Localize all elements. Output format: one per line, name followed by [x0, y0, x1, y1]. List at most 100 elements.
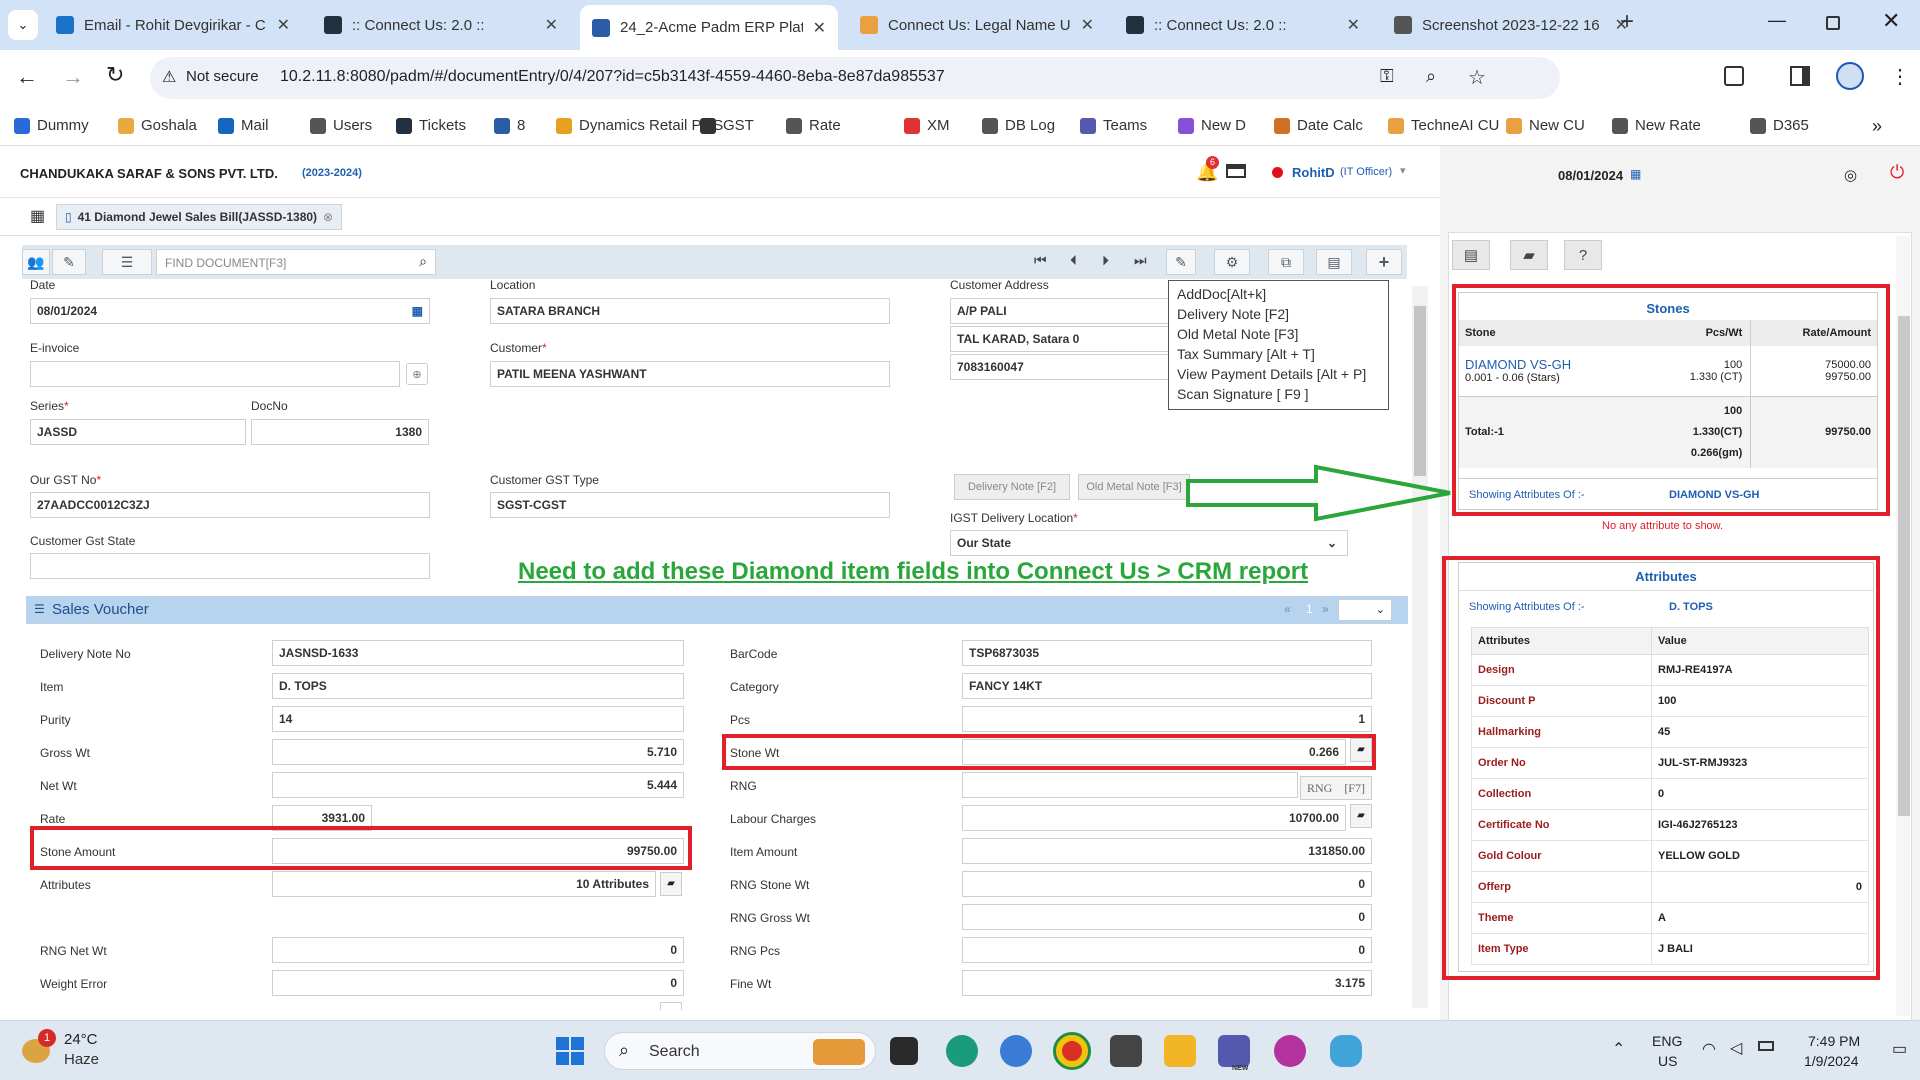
- customer-gst-type-field[interactable]: SGST-CGST: [490, 492, 890, 518]
- bookmark-item[interactable]: DB Log: [982, 117, 1055, 134]
- app-icon[interactable]: [1330, 1035, 1362, 1067]
- close-tab-icon[interactable]: ✕: [813, 18, 826, 38]
- taskbar-search[interactable]: ⌕ Search: [604, 1032, 876, 1070]
- next-page-icon[interactable]: »: [1322, 602, 1329, 616]
- voucher-field-input[interactable]: 10 Attributes: [272, 871, 656, 897]
- voucher-field-input[interactable]: D. TOPS: [272, 673, 684, 699]
- find-document-input[interactable]: FIND DOCUMENT[F3] ⌕: [156, 249, 436, 275]
- voucher-field-input[interactable]: [962, 772, 1298, 798]
- notifications-icon[interactable]: ▭: [1892, 1039, 1907, 1059]
- eye-off-icon[interactable]: ◎: [1844, 166, 1857, 184]
- bookmark-item[interactable]: 8: [494, 117, 525, 134]
- chevron-down-icon[interactable]: ▾: [1400, 164, 1406, 177]
- page-number[interactable]: 1: [1306, 602, 1313, 616]
- form-scrollbar-thumb[interactable]: [1414, 306, 1426, 476]
- gst-state-field[interactable]: [30, 553, 430, 579]
- calendar-icon[interactable]: ▦: [1630, 167, 1641, 181]
- browser-tab[interactable]: Connect Us: Legal Name U ✕: [848, 7, 1106, 43]
- voucher-field-input[interactable]: 3.175: [962, 970, 1372, 996]
- einvoice-action-button[interactable]: ⊕: [406, 363, 428, 385]
- file-explorer-icon[interactable]: [1164, 1035, 1196, 1067]
- next-record-icon[interactable]: ⏵: [1102, 252, 1109, 269]
- help-button[interactable]: ?: [1564, 240, 1602, 270]
- voucher-field-input[interactable]: 0: [272, 937, 684, 963]
- browser-tab[interactable]: :: Connect Us: 2.0 :: ✕: [1114, 7, 1372, 43]
- voucher-field-input[interactable]: FANCY 14KT: [962, 673, 1372, 699]
- prev-record-icon[interactable]: ⏴: [1070, 252, 1077, 269]
- weather-temp[interactable]: 24°C: [64, 1031, 98, 1048]
- voucher-field-input[interactable]: 0: [962, 904, 1372, 930]
- minimize-button[interactable]: —: [1768, 10, 1786, 31]
- task-view-icon[interactable]: [890, 1037, 918, 1065]
- browser-tab[interactable]: 24_2-Acme Padm ERP Platf ✕: [580, 5, 838, 50]
- more-bookmarks-icon[interactable]: »: [1872, 116, 1882, 137]
- voucher-field-input[interactable]: TSP6873035: [962, 640, 1372, 666]
- delivery-note-button[interactable]: Delivery Note [F2]: [954, 474, 1070, 500]
- back-button[interactable]: ←: [16, 64, 38, 90]
- forward-button[interactable]: →: [62, 64, 84, 90]
- bookmark-item[interactable]: Rate: [786, 117, 841, 134]
- teams-new-icon[interactable]: [1218, 1035, 1250, 1067]
- sidepanel-icon[interactable]: [1790, 66, 1810, 86]
- key-icon[interactable]: ⚿: [1380, 66, 1394, 87]
- close-tab-icon[interactable]: ⊗: [323, 210, 333, 224]
- first-record-icon[interactable]: ⏮: [1034, 252, 1047, 269]
- close-window-button[interactable]: ✕: [1882, 8, 1900, 34]
- bookmark-item[interactable]: Date Calc: [1274, 117, 1363, 134]
- labour-action-button[interactable]: ▰: [1350, 804, 1372, 828]
- list-view-button[interactable]: ▤: [1452, 240, 1490, 270]
- profile-avatar[interactable]: [1836, 62, 1864, 90]
- menu-item[interactable]: Old Metal Note [F3]: [1177, 324, 1380, 344]
- maximize-button[interactable]: [1826, 16, 1840, 30]
- zoom-icon[interactable]: ⌕: [1426, 66, 1436, 87]
- apps-grid-icon[interactable]: ▦: [30, 206, 45, 226]
- edge-icon[interactable]: [946, 1035, 978, 1067]
- document-button[interactable]: ▤: [1316, 249, 1352, 275]
- sales-voucher-header[interactable]: ☰ Sales Voucher « 1 » ⌄: [26, 596, 1408, 624]
- gst-no-field[interactable]: 27AADCC0012C3ZJ: [30, 492, 430, 518]
- chrome-icon[interactable]: [1053, 1032, 1091, 1070]
- series-field[interactable]: JASSD: [30, 419, 246, 445]
- prev-page-icon[interactable]: «: [1284, 602, 1291, 616]
- phone-field[interactable]: 7083160047: [950, 354, 1170, 380]
- weight-error-action[interactable]: [660, 1002, 682, 1010]
- page-select[interactable]: ⌄: [1338, 599, 1392, 621]
- edit-button[interactable]: ✎: [1166, 249, 1196, 275]
- bookmark-item[interactable]: Teams: [1080, 117, 1147, 134]
- docno-field[interactable]: 1380: [251, 419, 429, 445]
- bookmark-item[interactable]: Users: [310, 117, 372, 134]
- menu-item[interactable]: Scan Signature [ F9 ]: [1177, 384, 1380, 404]
- list-button[interactable]: ☰: [102, 249, 152, 275]
- search-icon[interactable]: ⌕: [419, 253, 427, 270]
- voucher-field-input[interactable]: 1: [962, 706, 1372, 732]
- address-line1-field[interactable]: A/P PALI: [950, 298, 1170, 324]
- menu-item[interactable]: AddDoc[Alt+k]: [1177, 284, 1380, 304]
- start-button[interactable]: [556, 1037, 584, 1065]
- browser-menu-icon[interactable]: ⋮: [1890, 64, 1910, 89]
- bookmark-item[interactable]: Goshala: [118, 117, 197, 134]
- wifi-icon[interactable]: ◠: [1702, 1039, 1716, 1059]
- browser-tab[interactable]: Screenshot 2023-12-22 16 ✕: [1382, 7, 1640, 43]
- location-field[interactable]: SATARA BRANCH: [490, 298, 890, 324]
- attributes-action-button[interactable]: ▰: [660, 872, 682, 896]
- calendar-icon[interactable]: ▦: [412, 304, 423, 318]
- bookmark-item[interactable]: New D: [1178, 117, 1246, 134]
- bookmark-item[interactable]: Dynamics Retail POS: [556, 117, 723, 134]
- bookmark-item[interactable]: D365: [1750, 117, 1809, 134]
- voucher-field-input[interactable]: JASNSD-1633: [272, 640, 684, 666]
- voucher-field-input[interactable]: 0: [962, 937, 1372, 963]
- menu-item[interactable]: Delivery Note [F2]: [1177, 304, 1380, 324]
- extensions-icon[interactable]: [1724, 66, 1744, 86]
- user-name[interactable]: RohitD: [1292, 165, 1335, 180]
- menu-item[interactable]: View Payment Details [Alt + P]: [1177, 364, 1380, 384]
- tab-search-button[interactable]: ⌄: [8, 10, 38, 40]
- document-tab[interactable]: ▯ 41 Diamond Jewel Sales Bill(JASSD-1380…: [56, 204, 343, 230]
- voucher-field-input[interactable]: 5.710: [272, 739, 684, 765]
- scrollbar-thumb[interactable]: [1898, 316, 1910, 816]
- volume-icon[interactable]: ◁: [1730, 1038, 1742, 1058]
- menu-item[interactable]: Tax Summary [Alt + T]: [1177, 344, 1380, 364]
- einvoice-field[interactable]: [30, 361, 400, 387]
- new-tab-button[interactable]: +: [1620, 8, 1634, 36]
- onenote-icon[interactable]: [1274, 1035, 1306, 1067]
- star-icon[interactable]: ☆: [1468, 65, 1486, 90]
